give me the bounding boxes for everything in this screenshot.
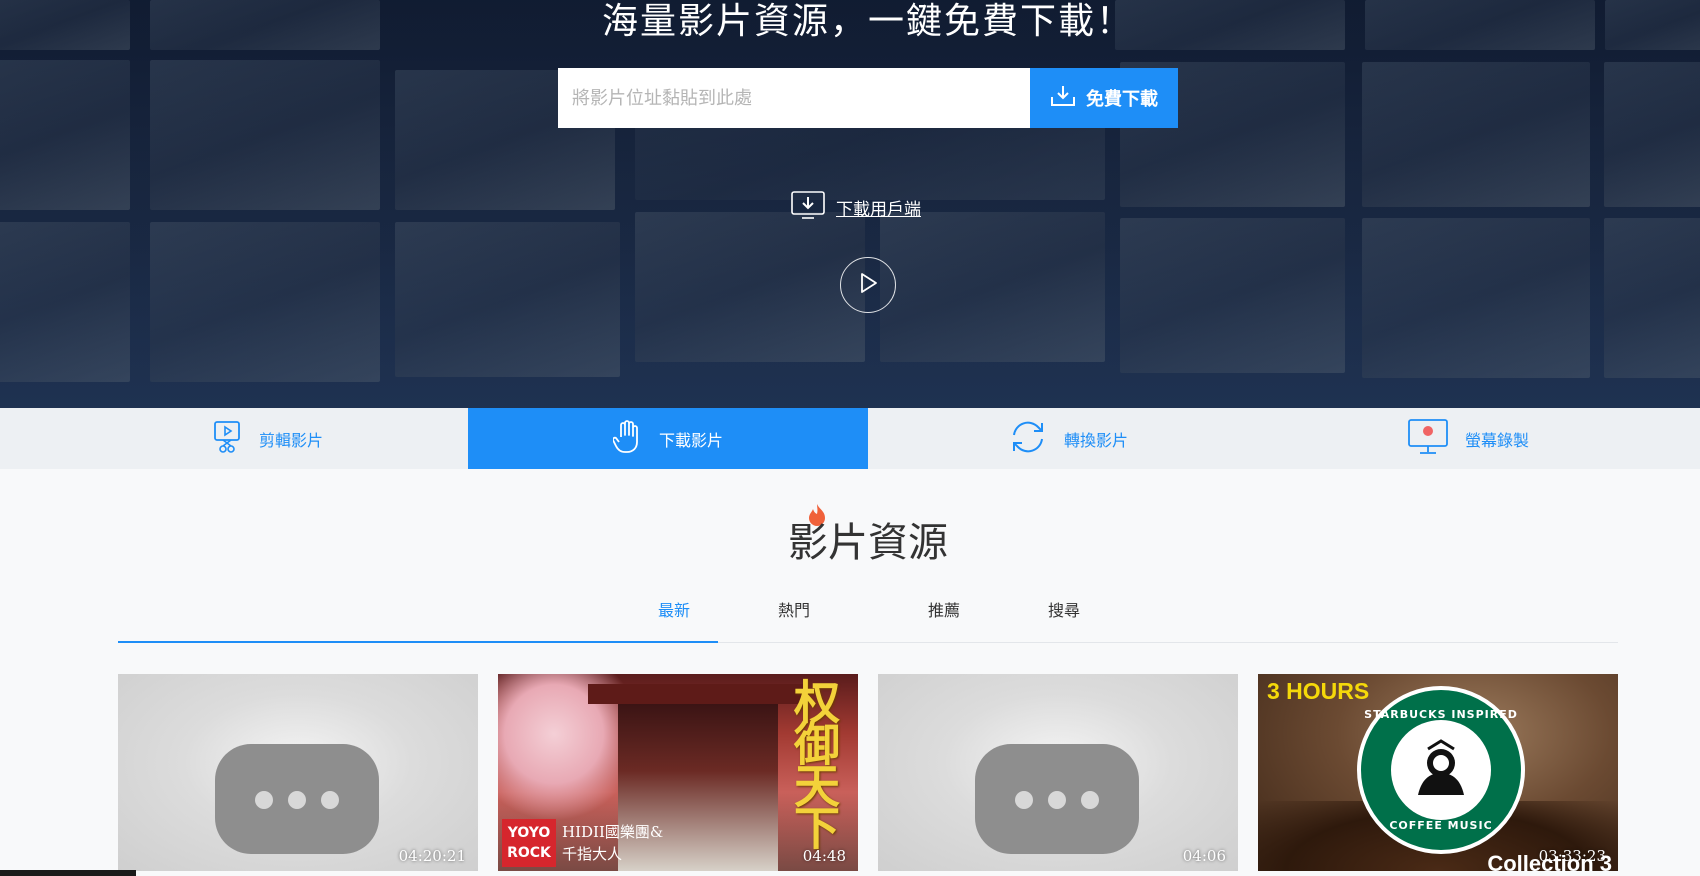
screen-record-icon [1407,418,1449,460]
loading-dots-icon [975,744,1139,854]
hand-icon [612,419,643,459]
thumbnail-collection-text: Collection 3 [1487,851,1612,871]
convert-icon [1008,419,1048,459]
tab-search[interactable]: 搜尋 [1048,597,1080,621]
video-duration: 04:06 [1182,847,1226,865]
tab-recommended[interactable]: 推薦 [928,597,960,621]
video-card[interactable]: 04:06 [878,674,1238,871]
thumbnail-hours-text: 3 HOURS [1267,678,1370,704]
tool-tab-screen-record[interactable]: 螢幕錄製 [1268,408,1668,469]
resource-tabs: 最新 熱門 推薦 搜尋 [0,585,1700,645]
tool-tabs: 剪輯影片 下載影片 轉換影片 螢幕錄製 [0,408,1700,469]
tool-tab-convert-video[interactable]: 轉換影片 [868,408,1268,469]
thumbnail-subtitle: HIDII國樂團& 千指大人 [562,823,664,863]
tool-label: 螢幕錄製 [1464,430,1529,450]
free-download-button[interactable]: 免費下載 [1030,68,1178,128]
search-bar: 免費下載 [558,68,1178,128]
hero-banner: 海量影片資源，一鍵免費下載！ 免費下載 下載用戶端 [0,0,1700,408]
tab-active-indicator [118,641,718,643]
play-video-button[interactable] [840,257,896,313]
tool-tab-download-video[interactable]: 下載影片 [468,408,868,469]
tool-label: 下載影片 [658,430,723,450]
video-card[interactable]: 04:20:21 [118,674,478,871]
section-title: 影片資源 [788,520,948,566]
download-icon [1050,84,1076,113]
video-duration: 04:48 [802,847,846,865]
hero-title: 海量影片資源，一鍵免費下載！ [601,1,1134,42]
download-client-label: 下載用戶端 [836,200,921,220]
status-bar-fragment [0,870,136,876]
tab-latest[interactable]: 最新 [658,597,690,621]
monitor-download-icon [790,190,826,225]
coffee-logo: STARBUCKS INSPIRED COFFEE MUSIC [1357,686,1525,854]
video-duration: 04:20:21 [398,847,466,865]
tab-popular[interactable]: 熱門 [778,597,810,621]
tool-label: 剪輯影片 [258,430,323,450]
video-edit-icon [213,420,243,458]
video-url-input[interactable] [558,68,1030,128]
tool-tab-edit-video[interactable]: 剪輯影片 [68,408,468,469]
thumbnail-badge: YOYO ROCK [502,819,556,867]
video-card[interactable]: 3 HOURS STARBUCKS INSPIRED COFFEE MUSIC … [1258,674,1618,871]
download-client-link[interactable]: 下載用戶端 [790,190,921,225]
play-icon [856,271,880,299]
thumbnail-title-text: 权御天下 [787,678,841,846]
loading-dots-icon [215,744,379,854]
video-grid: 04:20:21 权御天下 YOYO ROCK HIDII國樂團& 千指大人 0… [118,674,1618,874]
free-download-label: 免費下載 [1086,89,1158,110]
video-card[interactable]: 权御天下 YOYO ROCK HIDII國樂團& 千指大人 04:48 [498,674,858,871]
tool-label: 轉換影片 [1063,430,1128,450]
siren-icon [1391,720,1491,820]
